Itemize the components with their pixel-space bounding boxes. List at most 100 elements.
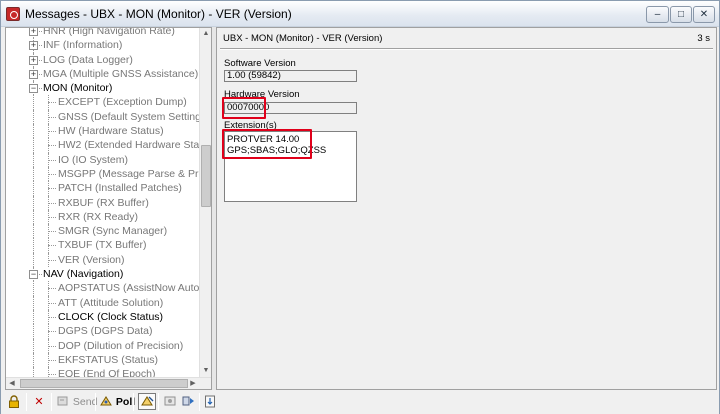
lock-button[interactable]: [7, 394, 21, 410]
tree-group[interactable]: + HNR (High Navigation Rate): [6, 27, 200, 39]
tree-guide: [48, 209, 49, 225]
tree-connector: [48, 116, 56, 118]
tree-connector: [48, 188, 56, 190]
tree-item[interactable]: DGPS (DGPS Data): [6, 324, 200, 339]
tree-item-label: NAV (Navigation): [43, 268, 124, 281]
tree-item[interactable]: EXCEPT (Exception Dump): [6, 95, 200, 110]
tree-guide: [48, 195, 49, 210]
tree-guide: [48, 124, 49, 139]
scroll-thumb[interactable]: [201, 145, 211, 207]
tree-guide: [33, 209, 34, 225]
tree-guide: [33, 352, 34, 368]
tree-guide: [48, 324, 49, 339]
poll-button[interactable]: Poll: [99, 394, 135, 410]
messages-window: Messages - UBX - MON (Monitor) - VER (Ve…: [0, 0, 720, 414]
tree-group[interactable]: − MON (Monitor): [6, 81, 200, 96]
expand-icon[interactable]: +: [29, 41, 38, 51]
tree-guide: [33, 281, 34, 296]
tree-item[interactable]: HW (Hardware Status): [6, 124, 200, 139]
tree-guide: [33, 309, 34, 325]
settings-icon: [181, 395, 195, 409]
tree-group[interactable]: − NAV (Navigation): [6, 267, 200, 282]
tree-horizontal-scrollbar[interactable]: ◀ ▶: [6, 377, 211, 389]
delete-button[interactable]: ✕: [32, 394, 46, 410]
tree-guide: [33, 295, 34, 310]
tree-guide: [33, 224, 34, 239]
horizontal-scroll-thumb[interactable]: [20, 379, 188, 388]
tree-connector: [48, 259, 56, 261]
expand-icon[interactable]: +: [29, 55, 38, 65]
tree-item-label: HW (Hardware Status): [58, 125, 164, 138]
minimize-button[interactable]: –: [646, 6, 669, 23]
scroll-up-arrow-icon[interactable]: ▲: [200, 28, 211, 40]
tree-rows: + HNR (High Navigation Rate) + INF (Informa…: [6, 27, 211, 382]
tree-group[interactable]: + MGA (Multiple GNSS Assistance): [6, 66, 200, 82]
record-button[interactable]: [163, 394, 177, 410]
tree-item[interactable]: MSGPP (Message Parse & Process): [6, 166, 211, 182]
tree-guide: [33, 181, 34, 196]
close-button[interactable]: ✕: [693, 6, 715, 23]
software-version-field: 1.00 (59842): [224, 70, 357, 82]
tree-item[interactable]: RXBUF (RX Buffer): [6, 195, 200, 210]
tree-item[interactable]: CLOCK (Clock Status): [6, 309, 200, 325]
tree-group[interactable]: + INF (Information): [6, 38, 200, 53]
message-header: UBX - MON (Monitor) - VER (Version): [223, 33, 383, 44]
tree-connector: [48, 173, 56, 175]
tree-item[interactable]: SMGR (Sync Manager): [6, 224, 200, 239]
tree-guide: [48, 138, 49, 153]
tree-item[interactable]: IO (IO System): [6, 152, 200, 167]
tree-item-label: GNSS (Default System Settings): [58, 110, 210, 123]
tree-guide: [33, 166, 34, 182]
scroll-down-arrow-icon[interactable]: ▼: [200, 365, 211, 377]
expand-icon[interactable]: +: [29, 69, 38, 79]
tree-item[interactable]: DOP (Dilution of Precision): [6, 338, 200, 353]
tree-item[interactable]: TXBUF (TX Buffer): [6, 238, 200, 253]
tree-connector: [48, 202, 56, 204]
window-title: Messages - UBX - MON (Monitor) - VER (Ve…: [25, 7, 292, 21]
tree-item[interactable]: PATCH (Installed Patches): [6, 181, 200, 196]
tree-guide: [48, 295, 49, 310]
settings-button[interactable]: [181, 394, 195, 410]
tree-item-label: EKFSTATUS (Status): [58, 353, 158, 366]
toolbar-separator: [51, 393, 52, 411]
tree-connector: [48, 159, 56, 161]
collapse-icon[interactable]: −: [29, 84, 38, 94]
maximize-button[interactable]: □: [670, 6, 692, 23]
tree-guide: [48, 95, 49, 110]
header-divider: [220, 48, 713, 50]
tree-item-label: HNR (High Navigation Rate): [43, 27, 175, 37]
tree-item[interactable]: GNSS (Default System Settings): [6, 109, 210, 125]
tree-connector: [48, 316, 56, 318]
tree-item-label: LOG (Data Logger): [43, 53, 133, 66]
tree-item[interactable]: RXR (RX Ready): [6, 209, 200, 225]
save-button[interactable]: [203, 394, 217, 410]
tree-item-label: DGPS (DGPS Data): [58, 325, 153, 338]
expand-icon[interactable]: +: [29, 28, 38, 36]
tree-item[interactable]: ATT (Attitude Solution): [6, 295, 200, 310]
auto-poll-button[interactable]: [138, 393, 156, 410]
software-version-label: Software Version: [224, 58, 296, 69]
tree-item-label: ATT (Attitude Solution): [58, 296, 164, 309]
tree-item[interactable]: AOPSTATUS (AssistNow Autonomous): [6, 281, 211, 296]
tree-connector: [48, 359, 56, 361]
tree-vertical-scrollbar[interactable]: ▲ ▼: [199, 28, 211, 377]
auto-poll-icon: [140, 395, 154, 409]
hardware-version-highlight: [222, 97, 266, 119]
tree-item[interactable]: HW2 (Extended Hardware Status): [6, 138, 211, 153]
tree-guide: [33, 338, 34, 353]
delete-icon: ✕: [34, 396, 44, 409]
tree-item[interactable]: VER (Version): [6, 252, 200, 268]
message-tree[interactable]: + HNR (High Navigation Rate) + INF (Informa…: [5, 27, 212, 390]
extensions-highlight: [222, 129, 312, 159]
tree-guide: [48, 109, 49, 125]
tree-guide: [33, 195, 34, 210]
scroll-right-arrow-icon[interactable]: ▶: [187, 378, 199, 389]
tree-item-label: MSGPP (Message Parse & Process): [58, 167, 211, 180]
collapse-icon[interactable]: −: [29, 270, 38, 280]
tree-connector: [48, 302, 56, 304]
tree-group[interactable]: + LOG (Data Logger): [6, 52, 200, 67]
send-button[interactable]: Send: [56, 394, 97, 410]
scroll-left-arrow-icon[interactable]: ◀: [6, 378, 18, 389]
tree-item[interactable]: EKFSTATUS (Status): [6, 352, 200, 368]
tree-guide: [48, 238, 49, 253]
